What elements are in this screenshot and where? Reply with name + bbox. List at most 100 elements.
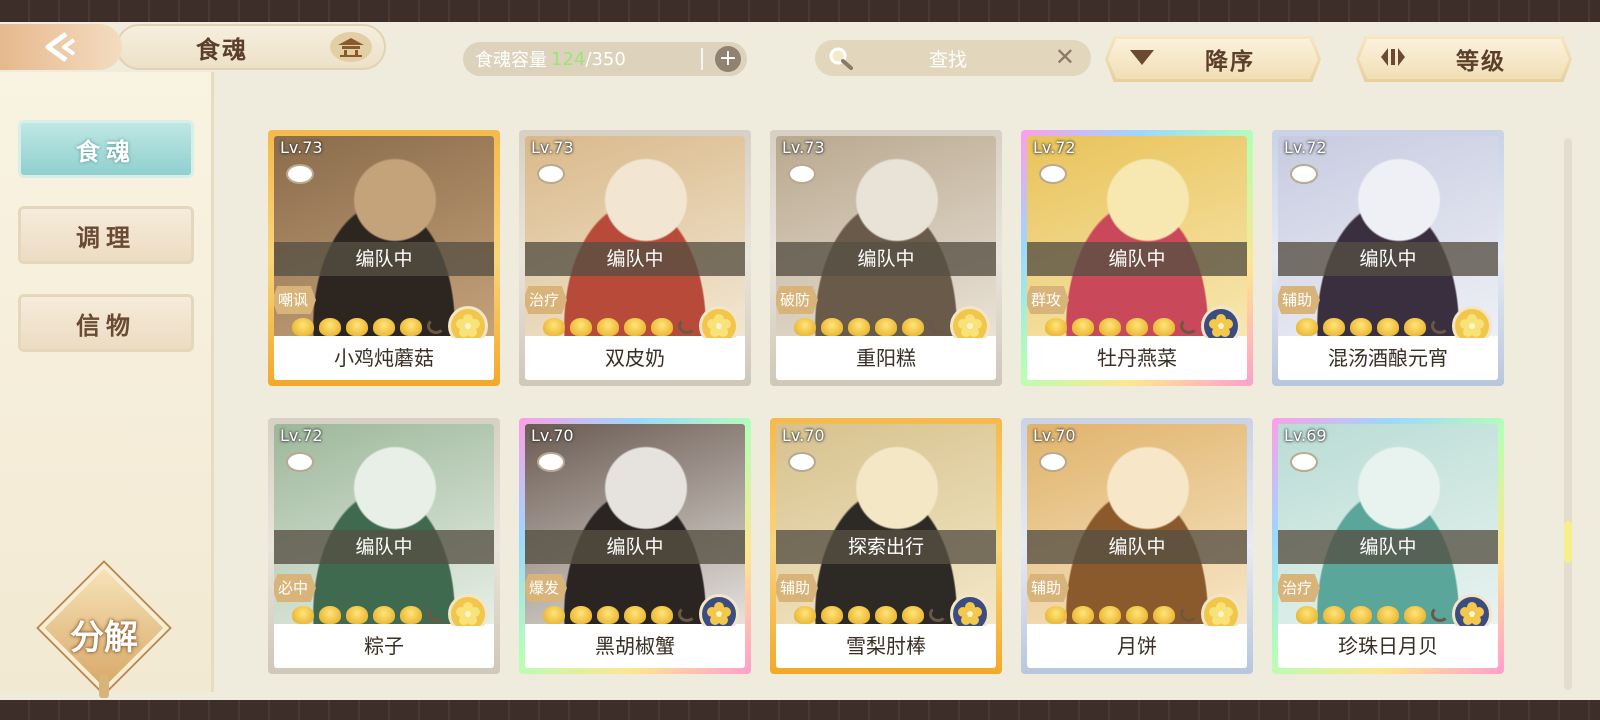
swirl-icon [427, 606, 445, 622]
role-tag: 群攻 [1027, 286, 1070, 314]
star-rating [794, 318, 947, 336]
star-icon [1296, 606, 1318, 624]
type-emblem-icon [286, 452, 314, 472]
card-body: Lv.72 编队中 必中 粽子 [274, 424, 494, 668]
swirl-icon [678, 318, 696, 334]
type-emblem-icon [1039, 452, 1067, 472]
star-icon [1099, 606, 1121, 624]
pagoda-button[interactable] [330, 32, 372, 62]
character-name: 小鸡炖蘑菇 [274, 338, 494, 378]
star-icon [373, 318, 395, 336]
tab-keepsakes[interactable]: 信物 [18, 294, 194, 352]
game-screen: 食魂 食魂容量 124 / 350 + 查找 ✕ 降序 等级 食魂 调理 信物 … [0, 22, 1600, 700]
food-soul-card[interactable]: Lv.73 编队中 嘲讽 小鸡炖蘑菇 [268, 130, 500, 386]
tassel-icon [99, 674, 109, 698]
star-icon [1153, 318, 1175, 336]
star-icon [597, 318, 619, 336]
type-emblem-icon [286, 164, 314, 184]
add-capacity-button[interactable]: + [715, 46, 741, 72]
sort-by-level-button[interactable]: 等级 [1356, 36, 1572, 82]
status-banner: 编队中 [1027, 242, 1247, 276]
back-arrow-icon [45, 31, 76, 63]
tab-food-souls[interactable]: 食魂 [18, 120, 194, 178]
triangle-down-icon [1127, 46, 1157, 72]
sort-order-button[interactable]: 降序 [1105, 36, 1321, 82]
status-banner: 编队中 [1278, 530, 1498, 564]
character-name: 双皮奶 [525, 338, 745, 378]
status-banner: 编队中 [1027, 530, 1247, 564]
character-name: 月饼 [1027, 626, 1247, 666]
food-soul-card[interactable]: Lv.70 编队中 辅助 月饼 [1021, 418, 1253, 674]
scrollbar[interactable] [1564, 138, 1572, 690]
character-name: 混汤酒酿元宵 [1278, 338, 1498, 378]
food-soul-card[interactable]: Lv.69 编队中 治疗 珍珠日月贝 [1272, 418, 1504, 674]
star-rating [794, 606, 947, 624]
star-rating [543, 318, 696, 336]
type-emblem-icon [1290, 164, 1318, 184]
character-name: 牡丹燕菜 [1027, 338, 1247, 378]
type-emblem-icon [788, 164, 816, 184]
swirl-icon [1431, 606, 1449, 622]
search-box[interactable]: 查找 ✕ [815, 40, 1091, 76]
back-button[interactable] [0, 24, 122, 70]
sort-order-label: 降序 [1205, 49, 1255, 75]
star-icon [319, 606, 341, 624]
swap-arrows-icon [1378, 45, 1408, 73]
food-soul-card[interactable]: Lv.72 编队中 必中 粽子 [268, 418, 500, 674]
star-icon [1099, 318, 1121, 336]
star-icon [821, 318, 843, 336]
swirl-icon [929, 606, 947, 622]
star-icon [373, 606, 395, 624]
star-icon [543, 606, 565, 624]
food-soul-card[interactable]: Lv.73 编队中 治疗 双皮奶 [519, 130, 751, 386]
type-emblem-icon [1039, 164, 1067, 184]
star-icon [821, 606, 843, 624]
swirl-icon [1180, 606, 1198, 622]
star-icon [292, 318, 314, 336]
food-soul-card[interactable]: Lv.72 编队中 群攻 牡丹燕菜 [1021, 130, 1253, 386]
level-label: Lv.70 [531, 426, 574, 445]
type-emblem-icon [1290, 452, 1318, 472]
card-body: Lv.72 编队中 辅助 混汤酒酿元宵 [1278, 136, 1498, 380]
star-rating [1045, 606, 1198, 624]
character-name: 黑胡椒蟹 [525, 626, 745, 666]
status-banner: 编队中 [525, 530, 745, 564]
clear-icon[interactable]: ✕ [1055, 43, 1075, 71]
food-soul-card[interactable]: Lv.70 编队中 爆发 黑胡椒蟹 [519, 418, 751, 674]
card-body: Lv.73 编队中 破防 重阳糕 [776, 136, 996, 380]
card-body: Lv.73 编队中 治疗 双皮奶 [525, 136, 745, 380]
type-emblem-icon [788, 452, 816, 472]
level-label: Lv.72 [280, 426, 323, 445]
scroll-thumb[interactable] [1564, 521, 1572, 563]
capacity-label: 食魂容量 [475, 50, 547, 71]
star-icon [570, 606, 592, 624]
star-icon [1350, 606, 1372, 624]
status-banner: 编队中 [776, 242, 996, 276]
capacity-max: 350 [591, 48, 626, 70]
decompose-button[interactable]: 分解 [38, 562, 170, 698]
role-tag: 治疗 [1278, 574, 1321, 602]
character-name: 粽子 [274, 626, 494, 666]
tab-conditioning[interactable]: 调理 [18, 206, 194, 264]
role-tag: 辅助 [776, 574, 819, 602]
swirl-icon [678, 606, 696, 622]
star-icon [292, 606, 314, 624]
capacity-current: 124 [551, 48, 586, 70]
star-rating [1045, 318, 1198, 336]
search-input[interactable]: 查找 [929, 45, 967, 72]
star-rating [292, 318, 445, 336]
level-label: Lv.70 [782, 426, 825, 445]
star-icon [651, 606, 673, 624]
food-soul-card[interactable]: Lv.73 编队中 破防 重阳糕 [770, 130, 1002, 386]
card-body: Lv.72 编队中 群攻 牡丹燕菜 [1027, 136, 1247, 380]
level-label: Lv.73 [531, 138, 574, 157]
star-icon [1072, 606, 1094, 624]
card-body: Lv.69 编队中 治疗 珍珠日月贝 [1278, 424, 1498, 668]
food-soul-card[interactable]: Lv.72 编队中 辅助 混汤酒酿元宵 [1272, 130, 1504, 386]
decompose-label: 分解 [70, 618, 138, 658]
star-icon [1323, 606, 1345, 624]
food-soul-card[interactable]: Lv.70 探索出行 辅助 雪梨肘棒 [770, 418, 1002, 674]
level-label: Lv.72 [1033, 138, 1076, 157]
swirl-icon [929, 318, 947, 334]
star-icon [624, 318, 646, 336]
